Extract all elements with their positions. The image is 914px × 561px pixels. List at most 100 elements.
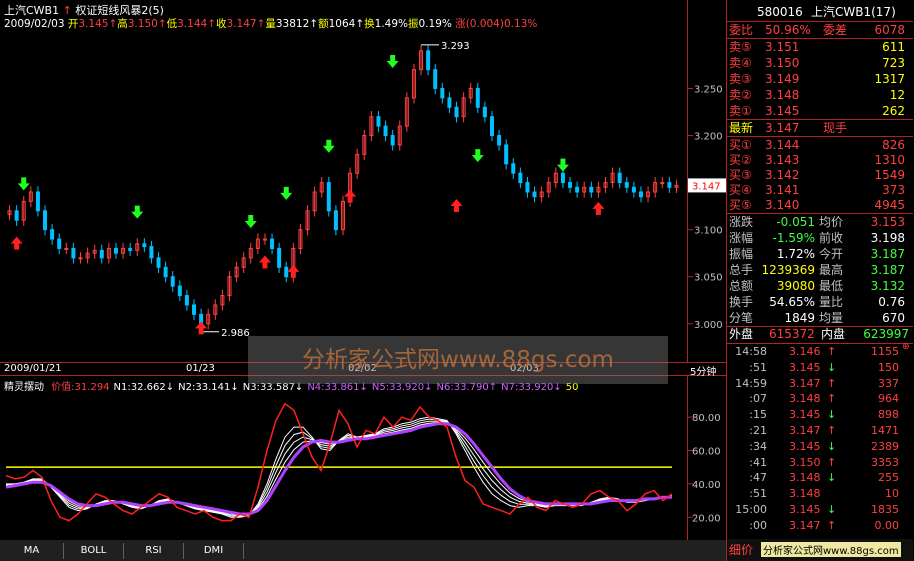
tick-volume: 150 <box>878 360 899 374</box>
buy-arrow-icon <box>258 255 271 269</box>
order-price: 3.140 <box>765 198 800 212</box>
tick-row: :21 3.147 ↑ 1471 <box>727 423 913 438</box>
buy-arrow-icon <box>287 264 300 278</box>
tick-time: :34 <box>749 439 767 453</box>
stat-label: 最高 <box>819 263 844 277</box>
tick-price: 3.147 <box>789 376 821 390</box>
buy-arrow-icon <box>592 201 605 215</box>
candle-body <box>617 172 622 184</box>
sell-arrow-icon <box>322 139 335 153</box>
candle-body <box>575 186 580 193</box>
scrollbar[interactable]: ⊕ <box>902 342 912 537</box>
candle-body <box>454 106 459 118</box>
buy-arrow-icon <box>344 189 357 203</box>
candle-body <box>277 247 282 268</box>
order-price: 3.148 <box>765 88 800 102</box>
time-label: 01/23 <box>186 363 215 374</box>
stat-value: -0.051 <box>776 215 815 229</box>
candle-body <box>113 247 118 254</box>
sell-order-row: 卖① 3.145 262 <box>727 103 913 119</box>
stock-code: 580016 <box>757 5 803 19</box>
tab-boll[interactable]: BOLL <box>64 543 124 559</box>
tick-time: :21 <box>749 424 767 437</box>
candle-body <box>497 135 502 146</box>
tick-time: :41 <box>749 455 767 469</box>
tick-price: 3.145 <box>789 408 821 422</box>
candle-body <box>447 97 452 108</box>
order-volume: 611 <box>882 40 905 54</box>
stat-value: 1849 <box>784 311 815 325</box>
candle-body <box>532 191 537 198</box>
tick-time: 15:00 <box>735 503 767 516</box>
stat-row: 涨幅 -1.59% 前收 3.198 <box>727 230 913 246</box>
order-volume: 1310 <box>874 153 905 167</box>
sell-arrow-icon <box>280 186 293 200</box>
candle-body <box>376 116 381 127</box>
price-axis: 3.2503.2003.1503.1003.0503.0003.147 <box>688 0 726 362</box>
tick-price: 3.147 <box>789 518 821 532</box>
indicator-panel[interactable]: 精灵摆动 价值:31.294 N1:32.662↓ N2:33.141↓ N3:33.… <box>0 376 688 540</box>
candle-body <box>518 172 523 184</box>
stat-label: 前收 <box>819 231 844 245</box>
tick-price: 3.148 <box>789 487 821 501</box>
tick-volume: 3353 <box>871 455 899 469</box>
tick-list[interactable]: 14:58 3.146 ↑ 1155:51 3.145 ↓ 150 14:59 3.147 ↑ 33… <box>727 344 913 534</box>
tick-row: :41 3.150 ↑ 3353 <box>727 455 913 470</box>
candle-body <box>568 182 573 188</box>
tick-volume: 1471 <box>871 424 899 437</box>
stat-label: 换手 <box>729 295 754 309</box>
stat-value: 0.76 <box>878 295 905 309</box>
tick-time: :00 <box>749 518 767 532</box>
weibi-row: 委比 50.96% 委差 6078 <box>729 23 905 37</box>
order-label: 卖⑤ <box>729 40 752 54</box>
buy-order-row: 买③ 3.142 1549 <box>727 167 913 183</box>
time-label: 2009/01/21 <box>4 363 62 374</box>
order-label: 卖② <box>729 88 752 102</box>
stat-value: 39080 <box>776 279 815 293</box>
stat-value: -1.59% <box>772 231 815 245</box>
sell-arrow-icon <box>556 158 569 172</box>
weicha-value: 6078 <box>874 23 905 37</box>
candle-body <box>560 172 565 184</box>
tick-price: 3.146 <box>789 345 821 358</box>
weibi-value: 50.96% <box>765 23 811 37</box>
candle-body <box>177 285 182 297</box>
candle-body <box>184 295 189 306</box>
tab-ma[interactable]: MA <box>0 543 64 559</box>
osc-tick-label: 80.00 <box>692 413 721 424</box>
candle-body <box>43 210 48 231</box>
candle-body <box>525 182 530 193</box>
order-volume: 4945 <box>874 198 905 212</box>
tab-rsi[interactable]: RSI <box>124 543 184 559</box>
tick-row: :15 3.145 ↓ 898 <box>727 407 913 422</box>
chevron-up-icon[interactable]: ⊕ <box>902 342 910 352</box>
stat-row: 分笔 1849 均量 670 <box>727 310 913 326</box>
tab-dmi[interactable]: DMI <box>184 543 244 559</box>
tick-row: :34 3.145 ↓ 2389 <box>727 439 913 454</box>
stat-row: 振幅 1.72% 今开 3.187 <box>727 246 913 262</box>
candle-body <box>638 191 643 198</box>
tick-arrow-icon: ↓ <box>827 360 837 374</box>
stat-value: 3.198 <box>870 231 905 245</box>
candle-body <box>426 50 431 71</box>
candle-body <box>270 238 275 249</box>
tick-arrow-icon: ↑ <box>827 392 837 406</box>
kline-chart: 3.293 2.986 <box>7 41 679 339</box>
main-chart-panel[interactable]: 上汽CWB1 ↑ 权证短线风暴2(5) 2009/02/03 开3.145↑高3… <box>0 0 688 384</box>
candle-body <box>383 125 388 137</box>
tick-time: :07 <box>749 392 767 406</box>
stat-row: 涨跌 -0.051 均价 3.153 <box>727 214 913 230</box>
price-tick-label: 3.250 <box>694 84 723 95</box>
order-label: 买④ <box>729 183 752 197</box>
price-tick-label: 3.000 <box>694 320 723 331</box>
tick-arrow-icon: ↓ <box>827 471 837 485</box>
candle-body <box>511 163 516 174</box>
candle-body <box>71 247 76 259</box>
sell-arrow-icon <box>244 215 257 229</box>
stats-table: 涨跌 -0.051 均价 3.153 涨幅 -1.59% 前收 3.198 振幅 1.72% 今开 3… <box>727 214 913 326</box>
candle-body <box>333 210 338 231</box>
osc-tick-label: 40.00 <box>692 480 721 491</box>
tick-volume: 1155 <box>871 345 899 358</box>
tick-arrow-icon: ↑ <box>827 424 837 437</box>
tick-arrow-icon: ↓ <box>827 408 837 422</box>
